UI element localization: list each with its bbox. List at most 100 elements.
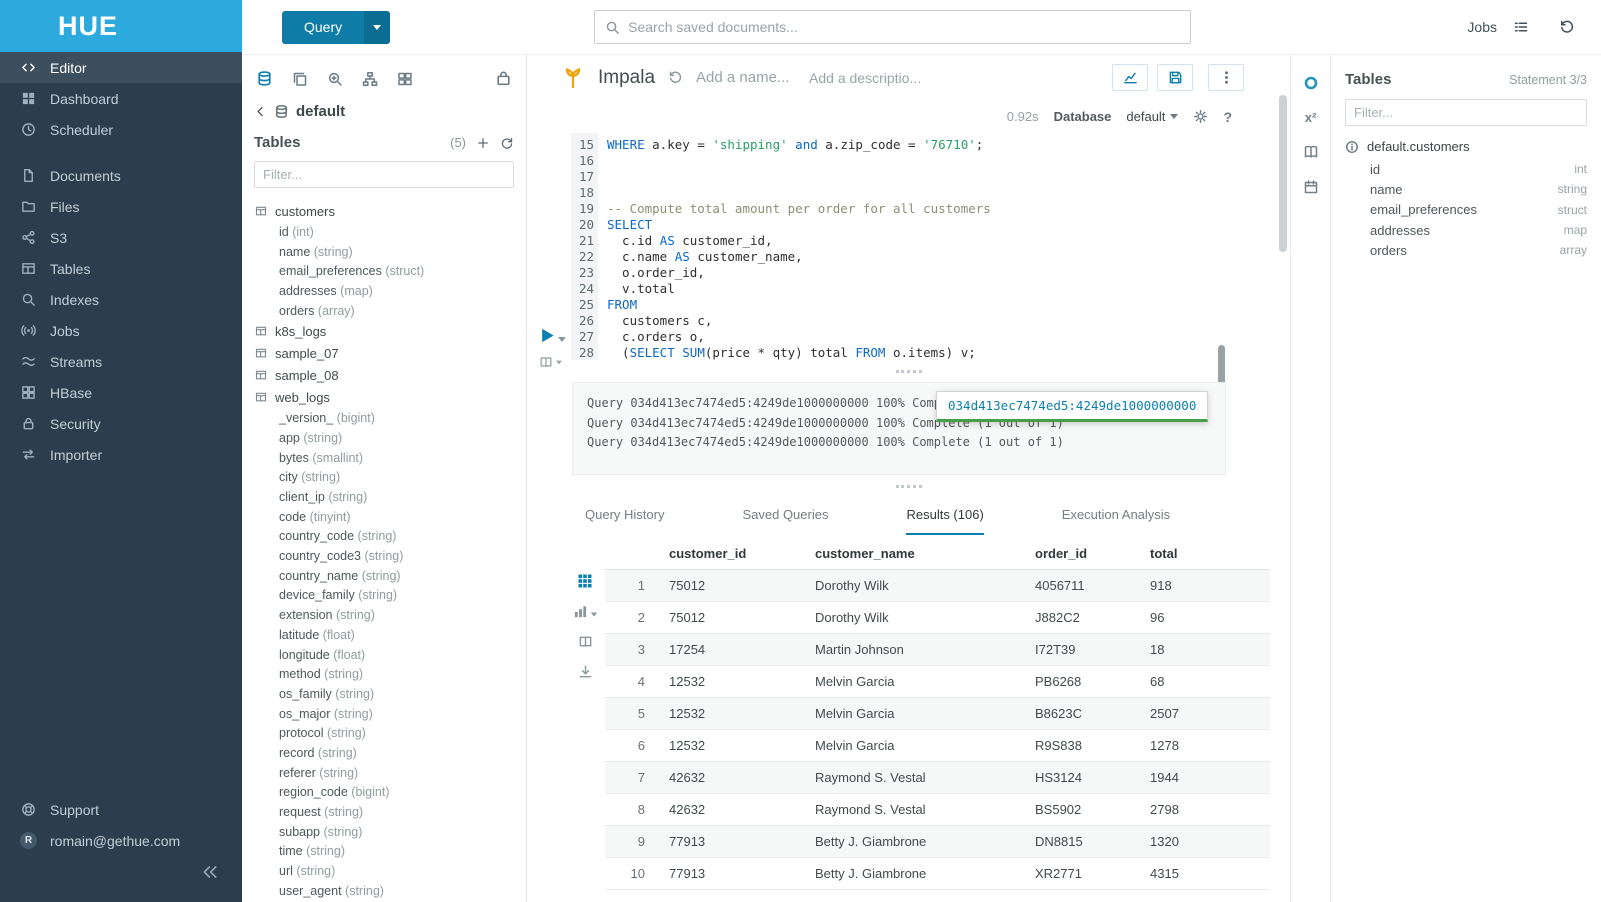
right-panel-filter-input[interactable] — [1345, 99, 1587, 126]
table-row[interactable]: 1077913Betty J. GiambroneXR27714315 — [605, 858, 1270, 890]
sidebar-item-editor[interactable]: Editor — [0, 52, 242, 83]
result-cell[interactable]: Melvin Garcia — [807, 666, 1027, 698]
table-row[interactable]: 317254Martin JohnsonI72T3918 — [605, 634, 1270, 666]
result-cell[interactable]: 77913 — [661, 826, 807, 858]
panel-column-item[interactable]: addressesmap — [1345, 220, 1587, 240]
result-cell[interactable]: Martin Johnson — [807, 634, 1027, 666]
column-item[interactable]: country_code3 (string) — [255, 546, 526, 566]
apps-source-icon[interactable] — [397, 71, 413, 87]
result-cell[interactable]: Raymond S. Vestal — [807, 794, 1027, 826]
editor-code-lines[interactable]: WHERE a.key = 'shipping' and a.zip_code … — [598, 133, 1290, 360]
query-button-label[interactable]: Query — [282, 11, 364, 44]
download-icon[interactable] — [578, 664, 593, 679]
database-select[interactable]: default — [1126, 109, 1178, 124]
execute-button[interactable] — [539, 327, 566, 344]
result-cell[interactable]: 1944 — [1142, 762, 1270, 794]
result-cell[interactable]: 4315 — [1142, 858, 1270, 890]
add-table-icon[interactable] — [476, 136, 490, 150]
tab-query-history[interactable]: Query History — [585, 507, 664, 535]
column-item[interactable]: country_code (string) — [255, 527, 526, 547]
result-cell[interactable]: 42632 — [661, 762, 807, 794]
column-item[interactable]: region_code (bigint) — [255, 783, 526, 803]
sidebar-item-tables[interactable]: Tables — [0, 253, 242, 284]
result-cell[interactable]: Betty J. Giambrone — [807, 826, 1027, 858]
columns-view-icon[interactable] — [578, 634, 593, 649]
column-item[interactable]: os_major (string) — [255, 704, 526, 724]
column-header[interactable]: total — [1142, 537, 1270, 570]
jobs-link[interactable]: Jobs — [1467, 19, 1497, 35]
sidebar-item-s3[interactable]: S3 — [0, 222, 242, 253]
code-line[interactable] — [607, 185, 1290, 201]
column-header[interactable]: customer_id — [661, 537, 807, 570]
result-cell[interactable]: Raymond S. Vestal — [807, 762, 1027, 794]
tab-results-106-[interactable]: Results (106) — [906, 507, 983, 535]
code-line[interactable]: WHERE a.key = 'shipping' and a.zip_code … — [607, 137, 1290, 153]
result-cell[interactable]: 12532 — [661, 698, 807, 730]
chart-view-control[interactable] — [573, 604, 598, 619]
execute-caret-icon[interactable] — [558, 337, 566, 342]
result-cell[interactable]: 77913 — [661, 858, 807, 890]
result-cell[interactable]: B8623C — [1027, 698, 1142, 730]
new-query-button[interactable]: Query — [282, 11, 390, 44]
result-cell[interactable]: 12532 — [661, 666, 807, 698]
table-item[interactable]: customers — [255, 200, 526, 222]
result-cell[interactable]: Dorothy Wilk — [807, 602, 1027, 634]
more-options-button[interactable] — [1208, 64, 1244, 91]
column-item[interactable]: referer (string) — [255, 763, 526, 783]
result-cell[interactable]: Betty J. Giambrone — [807, 858, 1027, 890]
column-item[interactable]: latitude (float) — [255, 625, 526, 645]
column-item[interactable]: device_family (string) — [255, 586, 526, 606]
result-cell[interactable]: 75012 — [661, 602, 807, 634]
functions-icon[interactable]: x² — [1305, 110, 1317, 125]
column-header[interactable]: customer_name — [807, 537, 1027, 570]
sidebar-item-security[interactable]: Security — [0, 408, 242, 439]
sidebar-item-jobs[interactable]: Jobs — [0, 315, 242, 346]
column-item[interactable]: request (string) — [255, 802, 526, 822]
panel-column-item[interactable]: ordersarray — [1345, 240, 1587, 260]
table-item[interactable]: sample_08 — [255, 364, 526, 386]
result-cell[interactable]: 2507 — [1142, 698, 1270, 730]
table-row[interactable]: 742632Raymond S. VestalHS31241944 — [605, 762, 1270, 794]
table-row[interactable]: 977913Betty J. GiambroneDN88151320 — [605, 826, 1270, 858]
column-item[interactable]: bytes (smallint) — [255, 448, 526, 468]
query-description-input[interactable] — [809, 70, 927, 86]
result-cell[interactable]: 75012 — [661, 570, 807, 602]
schedule-icon[interactable] — [1303, 179, 1319, 195]
column-item[interactable]: user_agent (string) — [255, 881, 526, 901]
query-history-icon[interactable] — [1559, 19, 1575, 35]
sidebar-item-hbase[interactable]: HBase — [0, 377, 242, 408]
column-item[interactable]: url (string) — [255, 861, 526, 881]
resize-handle-top[interactable] — [527, 360, 1290, 382]
column-item[interactable]: name (string) — [255, 242, 526, 262]
result-cell[interactable]: 1278 — [1142, 730, 1270, 762]
settings-gear-icon[interactable] — [1193, 109, 1208, 124]
column-item[interactable]: orders (array) — [255, 301, 526, 321]
editor-history-icon[interactable] — [668, 70, 683, 85]
table-row[interactable]: 512532Melvin GarciaB8623C2507 — [605, 698, 1270, 730]
column-header[interactable]: order_id — [1027, 537, 1142, 570]
result-cell[interactable]: 918 — [1142, 570, 1270, 602]
tab-saved-queries[interactable]: Saved Queries — [742, 507, 828, 535]
limit-selector[interactable] — [539, 355, 563, 369]
column-item[interactable]: time (string) — [255, 842, 526, 862]
column-item[interactable]: addresses (map) — [255, 281, 526, 301]
refresh-tables-icon[interactable] — [500, 136, 514, 150]
code-line[interactable]: o.order_id, — [607, 265, 1290, 281]
db-breadcrumb[interactable]: default — [242, 99, 526, 128]
result-cell[interactable]: 1320 — [1142, 826, 1270, 858]
back-chevron-icon[interactable] — [254, 105, 267, 118]
sidebar-item-documents[interactable]: Documents — [0, 160, 242, 191]
column-item[interactable]: os_family (string) — [255, 684, 526, 704]
result-cell[interactable]: Melvin Garcia — [807, 730, 1027, 762]
result-cell[interactable]: HS3124 — [1027, 762, 1142, 794]
result-cell[interactable]: I72T39 — [1027, 634, 1142, 666]
query-name-input[interactable] — [696, 69, 796, 86]
result-cell[interactable]: XR2771 — [1027, 858, 1142, 890]
panel-column-item[interactable]: namestring — [1345, 179, 1587, 199]
column-item[interactable]: longitude (float) — [255, 645, 526, 665]
search-input[interactable] — [628, 19, 1180, 35]
result-cell[interactable]: 4056711 — [1027, 570, 1142, 602]
panel-column-item[interactable]: idint — [1345, 159, 1587, 179]
table-row[interactable]: 275012Dorothy WilkJ882C296 — [605, 602, 1270, 634]
code-line[interactable]: (SELECT SUM(price * qty) total FROM o.it… — [607, 345, 1290, 360]
